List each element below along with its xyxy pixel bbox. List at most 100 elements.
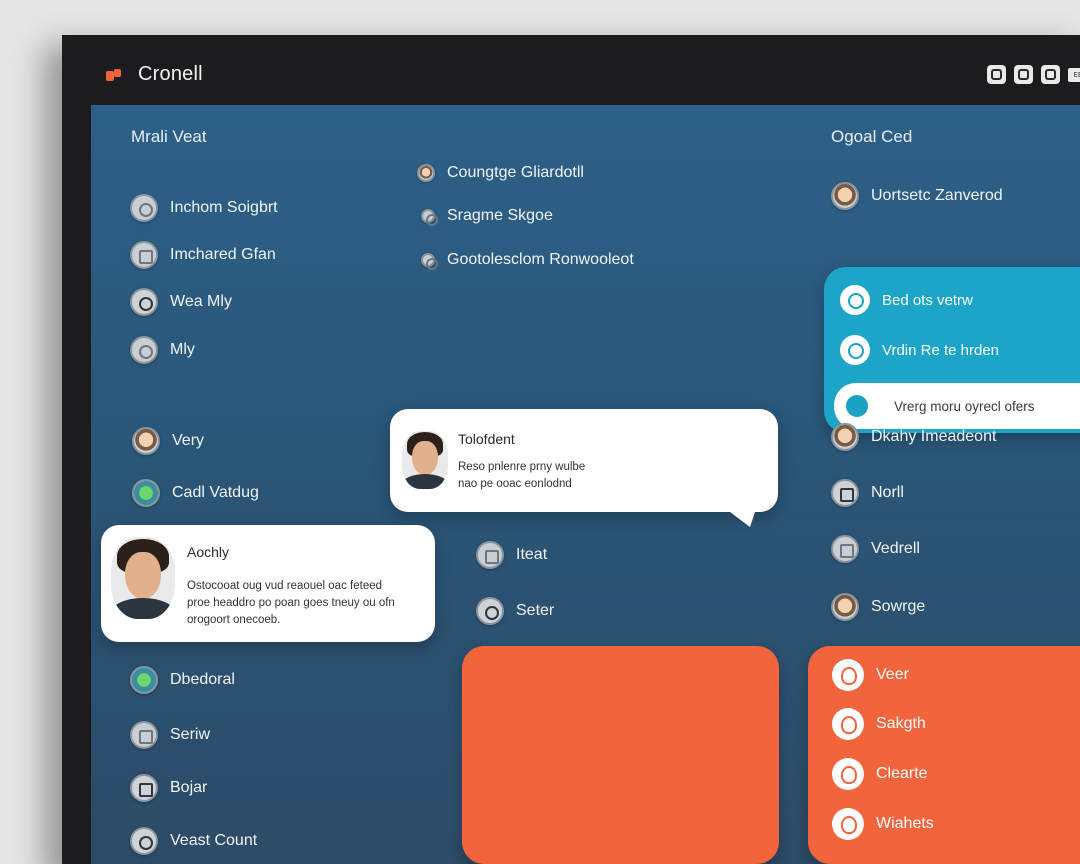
- heart-icon: [832, 808, 864, 840]
- middle-lower-item-1[interactable]: Iteat: [476, 541, 547, 569]
- right-item-label: Sowrge: [871, 598, 926, 615]
- right-item-label: Uortsetc Zanverod: [871, 187, 1003, 204]
- orange-item-4[interactable]: Wiahets: [832, 808, 934, 840]
- keyboard-badge[interactable]: EEE: [1068, 67, 1080, 82]
- message-preview: Ostocooat oug vud reaouel oac feteed pro…: [187, 578, 395, 629]
- status-dot-icon: [846, 395, 868, 417]
- left-heading: Mrali Veat: [131, 127, 207, 146]
- middle-item-label: Seter: [516, 602, 555, 619]
- app-title: Cronell: [138, 63, 203, 85]
- contact-name: Tolofdent: [458, 431, 515, 447]
- bubble-tail: [726, 509, 756, 527]
- right-item-label: Norll: [871, 484, 904, 501]
- middle-item-label: Sragme Skgoe: [447, 207, 553, 224]
- right-item-label: Dkahy Imeadeont: [871, 428, 997, 445]
- contact-avatar: [402, 431, 448, 489]
- left-item-label: Seriw: [170, 726, 211, 743]
- orange-panel-right: Veer Sakgth Clearte Wiahets: [808, 646, 1080, 864]
- right-heading: Ogoal Ced: [831, 127, 913, 146]
- left-item-label: Veast Count: [170, 832, 258, 849]
- window-icon[interactable]: [1014, 65, 1033, 84]
- right-item-4[interactable]: Sowrge: [831, 593, 925, 621]
- leaf-icon: [832, 708, 864, 740]
- chat-icon: [130, 288, 158, 316]
- left-item-3[interactable]: Wea Mly: [130, 288, 232, 316]
- middle-item-label: Gootolesclom Ronwooleot: [447, 251, 634, 268]
- avatar-icon: [132, 427, 160, 455]
- orange-item-3[interactable]: Clearte: [832, 758, 928, 790]
- shield-icon[interactable]: [987, 65, 1006, 84]
- teal-item-label: Vrdin Re te hrden: [882, 341, 1000, 359]
- counter-icon: [130, 827, 158, 855]
- orange-item-label: Clearte: [876, 765, 928, 782]
- list-icon: [132, 479, 160, 507]
- teal-item-2[interactable]: Vrdin Re te hrden: [840, 335, 999, 365]
- middle-item-1[interactable]: Coungtge Gliardotll: [417, 164, 584, 182]
- left-item-label: Bojar: [170, 779, 208, 796]
- teal-item-label: Bed ots vetrw: [882, 291, 973, 309]
- orange-item-2[interactable]: Sakgth: [832, 708, 926, 740]
- left-lower-item-4[interactable]: Veast Count: [130, 827, 257, 855]
- badge-icon: [831, 593, 859, 621]
- orange-item-label: Veer: [876, 666, 909, 683]
- right-top-item[interactable]: Uortsetc Zanverod: [831, 182, 1003, 210]
- middle-item-label: Iteat: [516, 546, 548, 563]
- right-item-3[interactable]: Vedrell: [831, 535, 920, 563]
- window-icon: [831, 479, 859, 507]
- left-item-label: Very: [172, 432, 205, 449]
- message-line: orogoort onecoeb.: [187, 614, 281, 626]
- orange-item-label: Sakgth: [876, 715, 926, 732]
- orange-item-label: Wiahets: [876, 815, 934, 832]
- left-item-label: Cadl Vatdug: [172, 484, 259, 501]
- message-line: Reso pnlenre prny wulbe: [458, 461, 586, 473]
- left-item-1[interactable]: Inchom Soigbrt: [130, 194, 278, 222]
- gear-icon: [421, 209, 438, 226]
- right-item-2[interactable]: Norll: [831, 479, 904, 507]
- teal-pill-label: Vrerg moru oyrecl ofers: [894, 398, 1035, 414]
- message-card-left[interactable]: Aochly Ostocooat oug vud reaouel oac fet…: [101, 525, 435, 642]
- target-icon: [130, 194, 158, 222]
- calendar-icon: [130, 774, 158, 802]
- middle-item-2[interactable]: Sragme Skgoe: [421, 207, 553, 226]
- orange-item-1[interactable]: Veer: [832, 659, 909, 691]
- middle-item-3[interactable]: Gootolesclom Ronwooleot: [421, 251, 634, 270]
- contact-avatar: [111, 537, 175, 619]
- message-line: Ostocooat oug vud reaouel oac feteed: [187, 580, 383, 592]
- avatar-icon: [417, 164, 435, 182]
- avatar-icon: [831, 423, 859, 451]
- flame-icon: [832, 659, 864, 691]
- document-icon: [130, 721, 158, 749]
- middle-lower-item-2[interactable]: Seter: [476, 597, 554, 625]
- document-icon: [831, 535, 859, 563]
- chat-bubble-icon: [840, 285, 870, 315]
- left-lower-item-3[interactable]: Bojar: [130, 774, 207, 802]
- monitor-frame: Cronell EEE Mrali Veat Inchom Soigbrt Im…: [62, 35, 1080, 864]
- left-item-6[interactable]: Cadl Vatdug: [132, 479, 259, 507]
- message-line: nao pe ooac eonlodnd: [458, 478, 572, 490]
- right-item-1[interactable]: Dkahy Imeadeont: [831, 423, 996, 451]
- teal-item-1[interactable]: Bed ots vetrw: [840, 285, 973, 315]
- teal-panel: Bed ots vetrw Vrdin Re te hrden Vrerg mo…: [824, 267, 1080, 433]
- left-lower-item-1[interactable]: Dbedoral: [130, 666, 235, 694]
- contact-name: Aochly: [187, 544, 230, 560]
- left-item-label: Dbedoral: [170, 671, 235, 688]
- titlebar: Cronell EEE: [62, 35, 1080, 105]
- left-item-4[interactable]: Mly: [130, 336, 195, 364]
- diamond-icon: [832, 758, 864, 790]
- tile-icon[interactable]: [1041, 65, 1060, 84]
- folder-icon: [476, 541, 504, 569]
- settings-icon: [476, 597, 504, 625]
- titlebar-controls: EEE: [987, 65, 1080, 84]
- grid-icon: [130, 241, 158, 269]
- message-line: proe headdro po poan goes tneuy ou ofn: [187, 597, 395, 609]
- info-icon: [421, 253, 438, 270]
- message-card-top[interactable]: Tolofdent Reso pnlenre prny wulbe nao pe…: [390, 409, 778, 527]
- green-dot-icon: [130, 666, 158, 694]
- main-screen: Mrali Veat Inchom Soigbrt Imchared Gfan …: [91, 105, 1080, 864]
- left-lower-item-2[interactable]: Seriw: [130, 721, 210, 749]
- app-logo-icon: [106, 69, 122, 83]
- left-item-label: Wea Mly: [170, 293, 232, 310]
- circle-icon: [130, 336, 158, 364]
- left-item-5[interactable]: Very: [132, 427, 204, 455]
- left-item-2[interactable]: Imchared Gfan: [130, 241, 276, 269]
